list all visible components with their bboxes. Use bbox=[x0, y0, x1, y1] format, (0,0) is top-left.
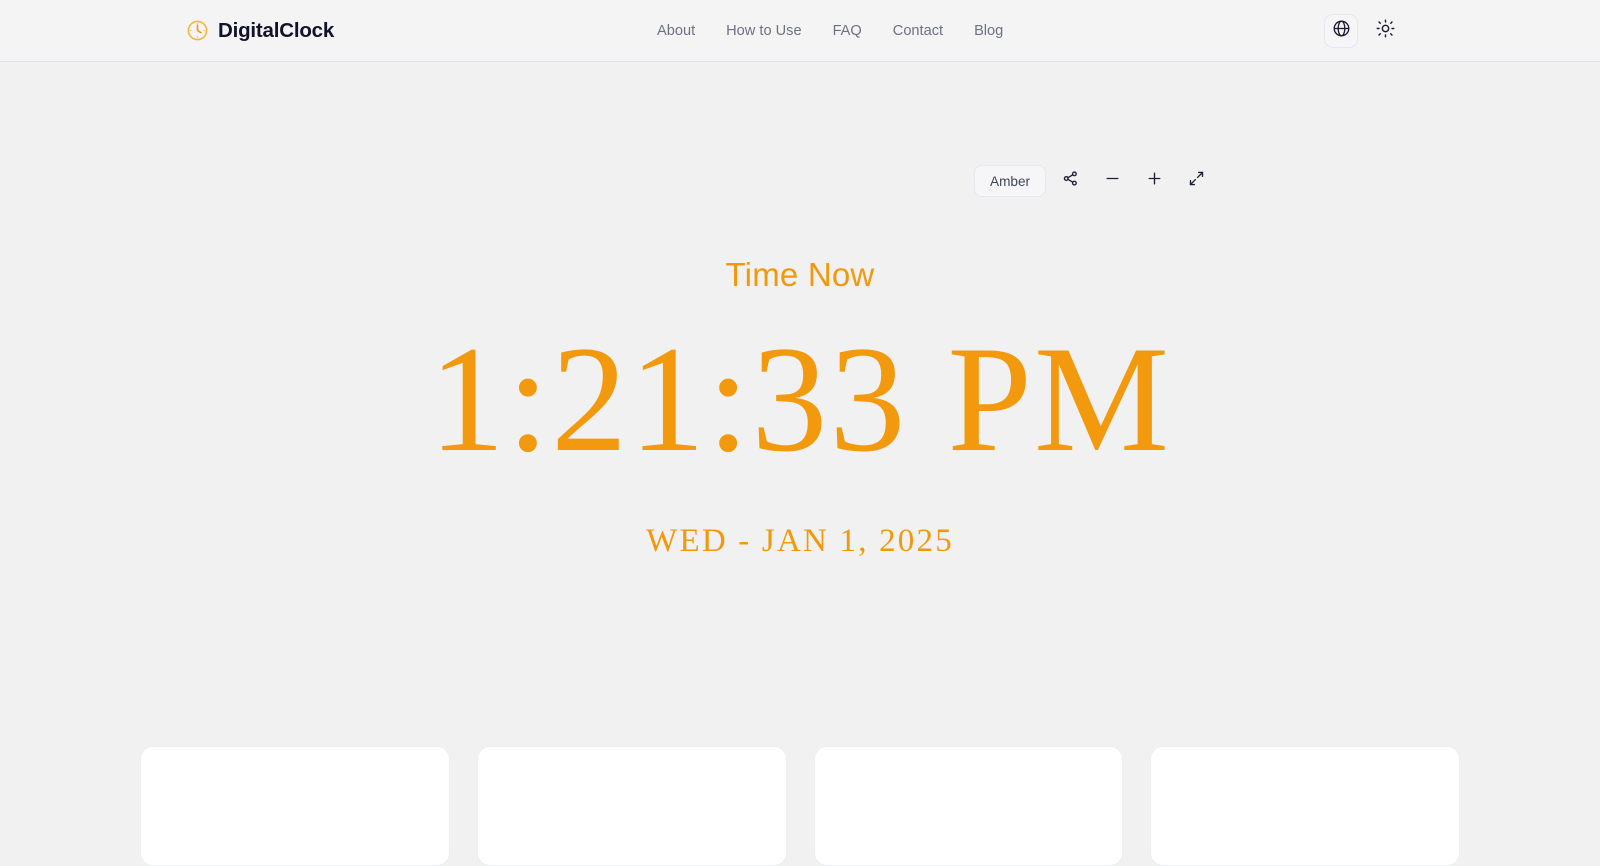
site-header: DigitalClock About How to Use FAQ Contac… bbox=[0, 0, 1600, 62]
clock-display: Time Now 1:21:33 PM WED - JAN 1, 2025 bbox=[0, 255, 1600, 560]
nav-link-faq[interactable]: FAQ bbox=[833, 23, 862, 39]
brand-name: DigitalClock bbox=[218, 18, 335, 42]
language-selector[interactable] bbox=[1324, 13, 1358, 48]
nav-link-how-to-use[interactable]: How to Use bbox=[726, 23, 801, 39]
increase-size-button[interactable] bbox=[1136, 164, 1172, 198]
plus-icon bbox=[1146, 170, 1163, 192]
brand-logo[interactable]: DigitalClock bbox=[186, 19, 334, 43]
feature-card-row bbox=[140, 746, 1460, 866]
main-navigation: About How to Use FAQ Contact Blog bbox=[657, 23, 1003, 39]
fullscreen-button[interactable] bbox=[1178, 164, 1214, 198]
header-actions bbox=[1324, 13, 1402, 48]
nav-link-about[interactable]: About bbox=[657, 23, 695, 39]
minus-icon bbox=[1104, 170, 1121, 192]
clock-toolbar: Amber bbox=[974, 164, 1214, 198]
feature-card[interactable] bbox=[140, 746, 450, 866]
nav-link-contact[interactable]: Contact bbox=[893, 23, 943, 39]
clock-icon bbox=[186, 19, 209, 42]
theme-name-button[interactable]: Amber bbox=[974, 165, 1047, 197]
sun-icon bbox=[1376, 19, 1395, 43]
clock-label: Time Now bbox=[725, 256, 875, 293]
clock-time: 1:21:33 PM bbox=[428, 314, 1172, 483]
feature-card[interactable] bbox=[813, 746, 1124, 866]
decrease-size-button[interactable] bbox=[1094, 164, 1130, 198]
clock-date: WED - JAN 1, 2025 bbox=[646, 522, 954, 559]
nav-link-blog[interactable]: Blog bbox=[974, 23, 1003, 39]
expand-icon bbox=[1188, 170, 1205, 192]
feature-card[interactable] bbox=[476, 746, 787, 866]
share-button[interactable] bbox=[1052, 164, 1088, 198]
globe-icon bbox=[1332, 19, 1351, 43]
share-icon bbox=[1062, 170, 1079, 192]
feature-card[interactable] bbox=[1150, 746, 1460, 866]
theme-toggle[interactable] bbox=[1368, 14, 1402, 48]
